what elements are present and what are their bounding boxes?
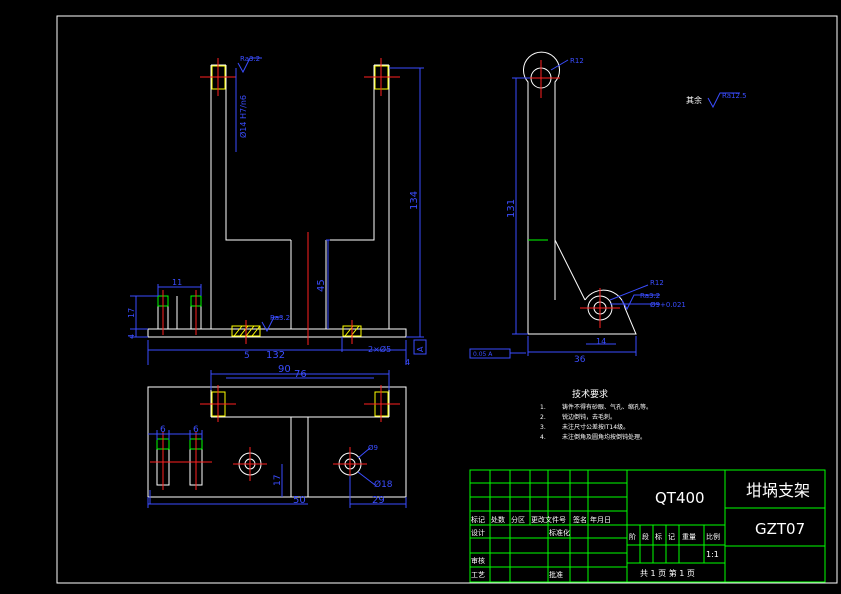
front-lug-label: 11 xyxy=(172,278,182,287)
front-post-label: 45 xyxy=(316,279,327,292)
front-base-17-label: 17 xyxy=(127,308,136,318)
tb-header-file: 更改文件号 xyxy=(531,515,566,524)
tb-header-count: 处数 xyxy=(491,515,505,524)
tb-header-date: 年月日 xyxy=(590,515,611,524)
plan-inner-label: 76 xyxy=(294,369,307,380)
front-height-label: 134 xyxy=(409,191,420,210)
flatness-frame-label: 0.05 A xyxy=(473,351,493,358)
side-r-bottom-label: R12 xyxy=(650,279,664,287)
note-num-4: 4. xyxy=(540,434,546,441)
tb-weight: 重量 xyxy=(682,533,696,541)
tb-scale-header: 比例 xyxy=(706,532,720,541)
plan-dia9-label: Ø9 xyxy=(368,444,378,452)
plan-29-label: 29 xyxy=(372,495,385,506)
tb-standardize: 标准化 xyxy=(549,528,570,537)
rest-roughness-prefix: 其余 xyxy=(686,95,702,105)
front-roughness-label: Ra3.2 xyxy=(240,55,260,63)
side-hole-tol-label: Ø9+0.021 xyxy=(650,301,686,309)
note-num-3: 3. xyxy=(540,424,546,431)
side-small-label: 14 xyxy=(596,337,606,346)
tb-stage-1: 阶 xyxy=(629,532,636,541)
rest-roughness-label: Ra12.5 xyxy=(722,92,747,100)
material-label: QT400 xyxy=(655,489,705,507)
tb-stage-2: 段 xyxy=(642,532,649,541)
front-base-4-label: 4 xyxy=(127,334,136,339)
front-right-4-label: 4 xyxy=(405,358,410,367)
note-text-2: 锐边倒钝，去毛刺。 xyxy=(562,413,616,421)
tb-sheets: 共 1 页 第 1 页 xyxy=(640,568,695,578)
tb-header-sign: 签名 xyxy=(573,515,587,524)
tb-design: 设计 xyxy=(471,528,485,537)
notes-title: 技术要求 xyxy=(572,388,608,400)
note-text-3: 未注尺寸公差按IT14级。 xyxy=(562,423,629,431)
tb-review: 审核 xyxy=(471,556,485,565)
part-name-label: 坩埚支架 xyxy=(746,481,810,500)
side-roughness-label: Ra3.2 xyxy=(640,292,660,300)
front-offset-label: 5 xyxy=(244,351,250,361)
tb-header-zone: 分区 xyxy=(511,515,525,524)
plan-6a-label: 6 xyxy=(160,425,166,435)
plan-shaft-label: 90 xyxy=(278,364,291,375)
front-datum-label: A xyxy=(416,346,425,352)
side-width-label: 36 xyxy=(574,355,586,365)
plan-50-label: 50 xyxy=(293,495,306,506)
tb-stage-4: 记 xyxy=(668,533,675,541)
drawing-number-label: GZT07 xyxy=(755,520,805,538)
cad-drawing: Ra3.2 Ra3.2 Ø14 H7/n6 134 45 11 17 4 5 1… xyxy=(0,0,841,594)
front-chamfer-label: 2×Ø5 xyxy=(368,344,391,354)
front-hole-fit-label: Ø14 H7/n6 xyxy=(238,95,248,138)
front-roughness-base-label: Ra3.2 xyxy=(270,314,290,322)
plan-17-label: 17 xyxy=(273,475,283,486)
side-r-top-label: R12 xyxy=(570,57,584,65)
note-num-2: 2. xyxy=(540,414,546,421)
note-text-1: 铸件不得有砂眼、气孔、缩孔等。 xyxy=(562,403,652,411)
side-height-label: 131 xyxy=(506,199,517,218)
tb-process: 工艺 xyxy=(471,571,485,579)
tb-header-mark: 标记 xyxy=(471,515,485,524)
tb-scale-value: 1:1 xyxy=(706,550,719,559)
tb-approve: 批准 xyxy=(549,570,563,579)
plan-6b-label: 6 xyxy=(193,425,199,435)
note-text-4: 未注倒角及圆角均按倒钝处理。 xyxy=(562,433,646,441)
note-num-1: 1. xyxy=(540,404,546,411)
plan-dia18-label: Ø18 xyxy=(374,479,393,490)
tb-stage-3: 标 xyxy=(655,532,662,541)
front-width-label: 132 xyxy=(266,350,285,361)
